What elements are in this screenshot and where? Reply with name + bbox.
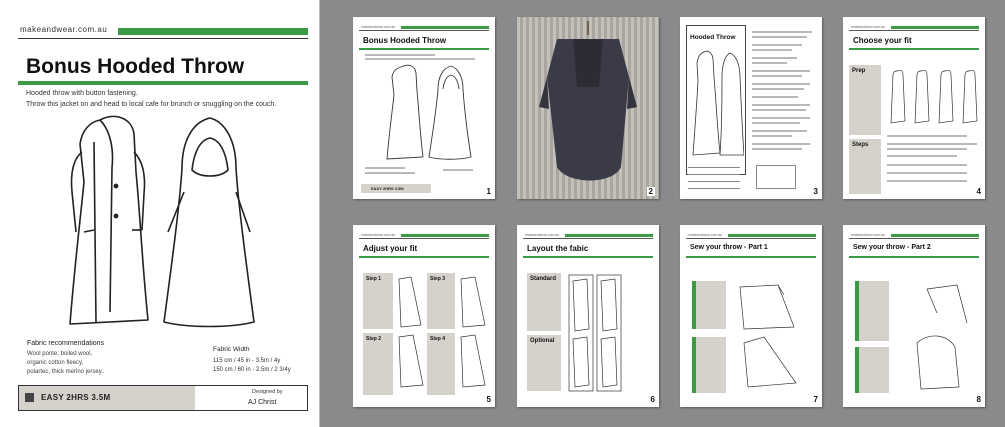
cover-page: makeandwear.com.au Bonus Hooded Throw Ho…	[0, 0, 320, 427]
thumb-green-bar	[401, 26, 489, 29]
thumb-title-bar	[359, 256, 489, 258]
thumb-garment-drawing	[692, 50, 744, 156]
thumb-title-bar	[686, 256, 816, 258]
thumb-sew-drawing	[739, 284, 797, 388]
cover-description-line-1: Hooded throw with button fastening.	[26, 90, 138, 97]
thumb-title-bar	[523, 256, 653, 258]
designer-name: AJ Christ	[248, 399, 277, 406]
page-thumbnail-8[interactable]: makeandwear.com.au Sew your throw - Part…	[843, 225, 985, 407]
thumb-title: Bonus Hooded Throw	[363, 36, 447, 45]
thumb-side-panel	[855, 281, 889, 341]
thumb-green-bar	[401, 234, 489, 237]
thumb-url: makeandwear.com.au	[361, 25, 396, 29]
thumb-rule	[359, 30, 489, 31]
cover-title: Bonus Hooded Throw	[26, 55, 245, 78]
thumb-title-bar	[849, 48, 979, 50]
title-green-bar	[18, 81, 308, 85]
designed-by-label: Designed by	[252, 389, 283, 395]
thumb-rule	[359, 238, 489, 239]
thumb-rule	[849, 238, 979, 239]
thumb-step-label: Step 4	[430, 336, 446, 342]
site-url: makeandwear.com.au	[20, 25, 108, 34]
difficulty-label: EASY 2HRS 3.5M	[41, 393, 111, 402]
header-rule	[18, 38, 308, 39]
thumb-rule	[849, 30, 979, 31]
thumb-side-panel	[692, 337, 726, 393]
thumb-side-heading: Standard	[530, 276, 557, 282]
thumb-green-bar	[891, 26, 979, 29]
page-number: 1	[486, 187, 491, 196]
page-number: 3	[813, 187, 818, 196]
thumb-rule	[686, 238, 816, 239]
thumb-rule	[523, 238, 653, 239]
fabric-width-heading: Fabric Width	[213, 346, 250, 353]
page-number: 6	[650, 395, 655, 404]
thumb-title: Adjust your fit	[363, 244, 418, 253]
fabric-width-line: 115 cm / 45 in - 3.5m / 4y	[213, 358, 281, 364]
page-thumbnail-6[interactable]: makeandwear.com.au Layout the fabic Stan…	[517, 225, 659, 407]
thumb-title: Sew your throw - Part 2	[853, 244, 931, 251]
fabric-recommendations-heading: Fabric recommendations	[27, 340, 105, 347]
thumb-url: makeandwear.com.au	[851, 233, 886, 237]
page-number: 4	[976, 187, 981, 196]
thumb-url: makeandwear.com.au	[688, 233, 723, 237]
thumb-step-panel: Step 1	[363, 273, 393, 329]
cover-footer: EASY 2HRS 3.5M Designed by AJ Christ	[18, 385, 308, 411]
header-green-bar	[118, 28, 308, 35]
thumb-step-panel: Step 4	[427, 333, 455, 395]
thumb-side-heading: Steps	[852, 142, 869, 148]
thumb-side-heading: Optional	[530, 338, 555, 344]
thumb-title: Choose your fit	[853, 36, 912, 45]
thumb-layout-drawing	[568, 274, 622, 392]
thumb-steps-panel: Steps	[849, 139, 881, 194]
thumb-green-bar	[728, 234, 816, 237]
fabric-line: organic cotton fleecy,	[27, 360, 84, 366]
page-thumbnail-3[interactable]: Hooded Throw 3	[680, 17, 822, 199]
thumb-hood-drawing	[916, 284, 968, 390]
thumb-difficulty: EASY 2HRS 3.5M	[361, 184, 431, 193]
thumb-step-label: Step 2	[366, 336, 382, 342]
thumb-pattern-drawing	[460, 276, 486, 388]
thumb-green-bar	[565, 234, 653, 237]
difficulty-square-icon	[25, 393, 34, 402]
garment-illustration	[69, 115, 255, 328]
fabric-line: Wool ponte; boiled wool,	[27, 351, 93, 357]
thumb-standard-panel: Standard	[527, 273, 561, 331]
page-thumbnail-4[interactable]: makeandwear.com.au Choose your fit Prep …	[843, 17, 985, 199]
page-number: 5	[486, 395, 491, 404]
page-thumbnail-5[interactable]: makeandwear.com.au Adjust your fit Step …	[353, 225, 495, 407]
thumb-step-label: Step 1	[366, 276, 382, 282]
page-number: 2	[646, 187, 655, 196]
thumb-title-bar	[849, 256, 979, 258]
thumb-optional-panel: Optional	[527, 335, 561, 391]
thumb-title-bar	[359, 48, 489, 50]
thumb-prep-panel: Prep	[849, 65, 881, 135]
thumb-green-bar	[891, 234, 979, 237]
thumb-step-panel: Step 2	[363, 333, 393, 395]
page-thumbnail-1[interactable]: makeandwear.com.au Bonus Hooded Throw EA…	[353, 17, 495, 199]
page-thumbnail-2[interactable]: 2	[517, 17, 659, 199]
thumb-title: Layout the fabic	[527, 244, 589, 253]
photo-hooded-throw	[517, 17, 659, 199]
thumb-side-panel	[692, 281, 726, 329]
thumb-garment-drawing	[386, 64, 472, 160]
fabric-line: polartec, thick merino jersey..	[27, 369, 105, 375]
thumb-url: makeandwear.com.au	[525, 233, 560, 237]
thumb-step-label: Step 3	[430, 276, 446, 282]
thumb-pattern-drawing	[398, 276, 424, 388]
thumb-url: makeandwear.com.au	[361, 233, 396, 237]
fabric-width-line: 150 cm / 60 in - 2.5m / 2 3/4y	[213, 367, 291, 373]
page-number: 7	[813, 395, 818, 404]
cover-description-line-2: Throw this jacket on and head to local c…	[26, 101, 277, 108]
page-thumbnail-7[interactable]: makeandwear.com.au Sew your throw - Part…	[680, 225, 822, 407]
thumb-step-panel: Step 3	[427, 273, 455, 329]
thumb-side-heading: Prep	[852, 68, 866, 74]
thumb-title: Hooded Throw	[690, 34, 736, 41]
thumb-title: Sew your throw - Part 1	[690, 244, 768, 251]
thumb-url: makeandwear.com.au	[851, 25, 886, 29]
thumb-fit-drawings	[890, 69, 978, 124]
page-number: 8	[976, 395, 981, 404]
thumb-side-panel	[855, 347, 889, 393]
